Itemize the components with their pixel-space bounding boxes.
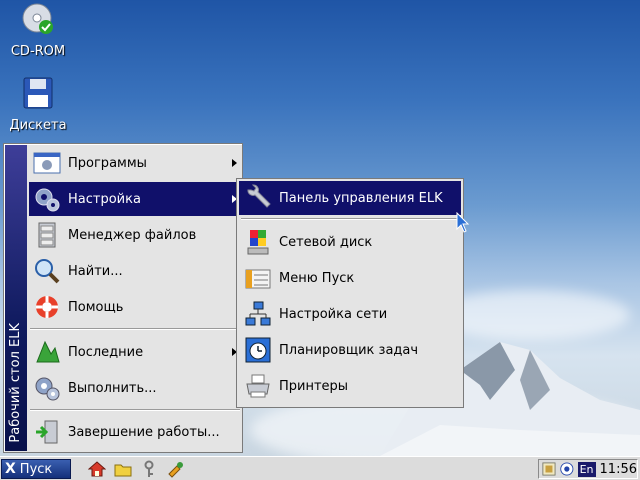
paint-icon[interactable] <box>166 460 184 478</box>
menu-item-shutdown[interactable]: Завершение работы... <box>29 415 241 449</box>
menu-item-label: Программы <box>68 155 147 171</box>
start-menu-icon <box>243 264 273 292</box>
menu-item-help[interactable]: Помощь <box>29 290 241 324</box>
desktop-icon-label: CD-ROM <box>10 44 66 59</box>
submenu-item-label: Сетевой диск <box>279 234 373 250</box>
volume-icon[interactable] <box>559 461 575 477</box>
start-menu-sidebar: Рабочий стол ELK <box>5 145 27 451</box>
task-scheduler-icon <box>243 336 273 364</box>
start-button-label: Пуск <box>19 461 53 477</box>
run-icon <box>32 374 62 402</box>
language-indicator[interactable]: En <box>577 461 596 477</box>
submenu-item-network-drive[interactable]: Сетевой диск <box>239 225 461 259</box>
desktop-icon-floppy[interactable]: Дискета <box>2 76 74 133</box>
menu-separator <box>30 409 240 411</box>
mouse-cursor-icon <box>456 212 470 233</box>
menu-item-label: Завершение работы... <box>68 424 220 440</box>
clock[interactable]: 11:56 <box>600 462 637 477</box>
file-manager-icon <box>32 221 62 249</box>
submenu-item-elk-control-panel[interactable]: Панель управления ELK <box>239 181 461 215</box>
cd-rom-icon <box>22 3 53 34</box>
menu-item-programs[interactable]: Программы <box>29 146 241 180</box>
recent-icon <box>32 338 62 366</box>
menu-item-label: Помощь <box>68 299 124 315</box>
submenu-item-label: Планировщик задач <box>279 342 419 358</box>
menu-item-file-manager[interactable]: Менеджер файлов <box>29 218 241 252</box>
network-drive-icon <box>243 228 273 256</box>
menu-item-recent[interactable]: Последние <box>29 335 241 369</box>
submenu-item-label: Меню Пуск <box>279 270 355 286</box>
menu-separator <box>241 218 459 220</box>
keyboard-layout-icon[interactable] <box>542 461 556 477</box>
menu-item-label: Настройка <box>68 191 141 207</box>
desktop-icon-label: Дискета <box>9 118 67 133</box>
submenu-item-network-settings[interactable]: Настройка сети <box>239 297 461 331</box>
menu-item-label: Найти... <box>68 263 123 279</box>
system-tray: En 11:56 <box>538 459 638 479</box>
folder-icon[interactable] <box>114 460 132 478</box>
search-icon <box>32 257 62 285</box>
submenu-item-start-menu[interactable]: Меню Пуск <box>239 261 461 295</box>
menu-item-label: Последние <box>68 344 144 360</box>
menu-separator <box>30 328 240 330</box>
submenu-item-printers[interactable]: Принтеры <box>239 369 461 403</box>
settings-icon <box>32 185 62 213</box>
taskbar: X Пуск En 11:56 <box>0 456 640 480</box>
start-logo-icon: X <box>5 461 16 477</box>
start-button[interactable]: X Пуск <box>1 459 71 479</box>
menu-item-label: Выполнить... <box>68 380 157 396</box>
menu-item-run[interactable]: Выполнить... <box>29 371 241 405</box>
help-icon <box>32 293 62 321</box>
menu-item-search[interactable]: Найти... <box>29 254 241 288</box>
menu-item-label: Менеджер файлов <box>68 227 197 243</box>
start-menu-sidebar-label: Рабочий стол ELK <box>8 323 23 443</box>
network-settings-icon <box>243 300 273 328</box>
home-icon[interactable] <box>88 460 106 478</box>
settings-submenu: Панель управления ELK Сетевой диск Меню … <box>236 178 464 408</box>
wrench-icon <box>243 184 273 212</box>
submenu-item-label: Панель управления ELK <box>279 190 443 206</box>
printer-icon <box>243 372 273 400</box>
desktop-icon-cdrom[interactable]: CD-ROM <box>2 2 74 59</box>
submenu-item-label: Принтеры <box>279 378 349 394</box>
key-icon[interactable] <box>140 460 158 478</box>
submenu-item-task-scheduler[interactable]: Планировщик задач <box>239 333 461 367</box>
start-menu: Рабочий стол ELK Программы Настройка Мен… <box>3 143 243 453</box>
submenu-arrow-icon <box>232 159 237 167</box>
submenu-item-label: Настройка сети <box>279 306 388 322</box>
shutdown-icon <box>32 418 62 446</box>
menu-item-settings[interactable]: Настройка <box>29 182 241 216</box>
floppy-icon <box>23 77 53 109</box>
programs-icon <box>32 149 62 177</box>
